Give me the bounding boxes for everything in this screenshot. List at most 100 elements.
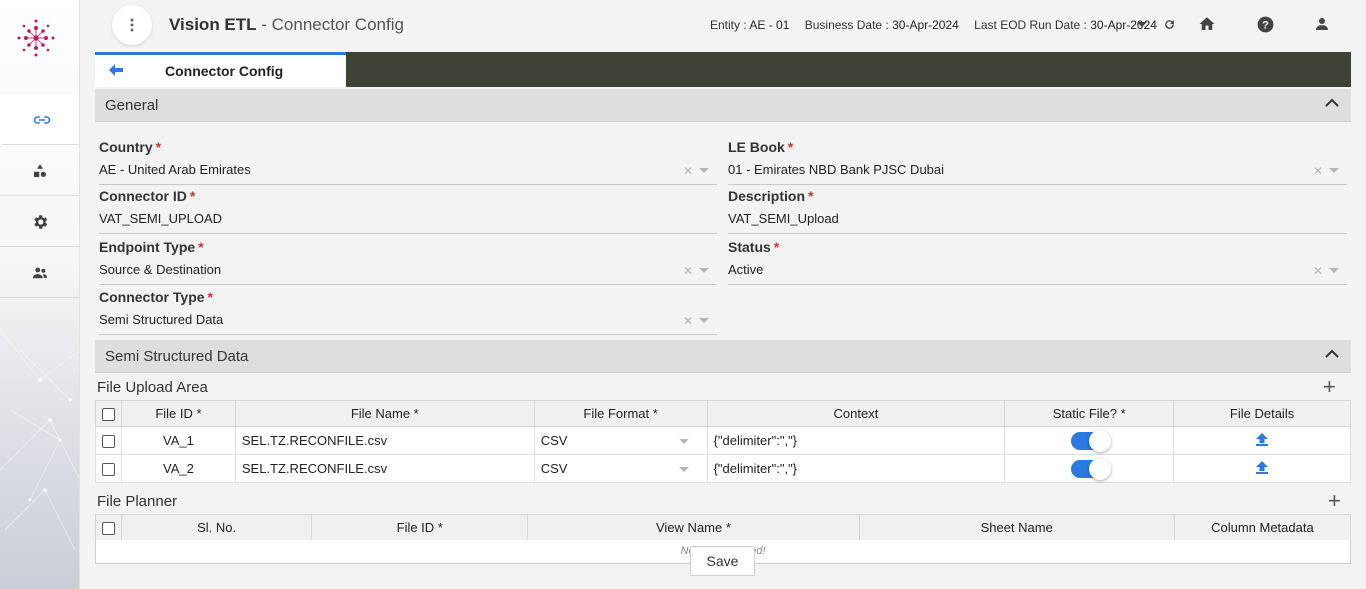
file-id-cell[interactable]: VA_1 [120,426,236,455]
chevron-up-icon[interactable] [1325,349,1339,358]
vision-logo [17,19,55,57]
add-upload-row-button[interactable]: + [1323,376,1336,398]
link-icon [33,115,50,124]
more-menu-button[interactable] [112,5,152,45]
general-section-header[interactable]: General [95,89,1351,122]
home-button[interactable] [1197,14,1217,34]
column-header[interactable]: Sheet Name [858,514,1175,541]
static-file-toggle[interactable] [1071,429,1112,452]
entity-value: AE - 01 [749,18,790,32]
sidebar-background-graphic [0,329,79,551]
connector-id-input[interactable]: VAT_SEMI_UPLOAD [99,211,717,234]
file-format-select[interactable]: CSV [533,426,708,455]
file-name-cell[interactable]: SEL.TZ.RECONFILE.csv [234,454,535,483]
column-header[interactable]: File Format * [533,400,708,427]
column-header[interactable]: File ID * [311,514,529,541]
clear-icon[interactable]: ✕ [1313,164,1323,178]
status-select[interactable]: Active ✕ [728,262,1347,285]
semi-structured-section-header[interactable]: Semi Structured Data [95,340,1351,373]
row-checkbox[interactable] [101,463,115,477]
description-value: VAT_SEMI_Upload [728,211,839,226]
status-field: Status * Active ✕ [728,239,1347,285]
column-header[interactable]: View Name * [527,514,860,541]
select-all-cell [94,514,123,541]
required-marker: * [787,139,794,155]
select-all-cell [95,400,122,427]
chevron-down-icon[interactable] [699,268,709,273]
chevron-down-icon[interactable] [699,168,709,173]
column-header[interactable]: Static File? * [1004,400,1175,427]
clear-icon[interactable]: ✕ [1313,264,1323,278]
sidebar-item-settings[interactable] [0,197,79,247]
file-format-value: CSV [540,433,568,448]
add-planner-row-button[interactable]: + [1328,490,1341,512]
page-name: - Connector Config [256,15,404,34]
file-format-select[interactable]: CSV [533,454,708,483]
static-file-toggle[interactable] [1071,457,1112,480]
column-header[interactable]: Column Metadata [1173,514,1352,541]
help-icon: ? [1257,16,1273,32]
country-value: AE - United Arab Emirates [99,162,251,177]
required-marker: * [198,239,204,255]
shapes-icon [34,163,46,177]
endpoint-type-select[interactable]: Source & Destination ✕ [99,262,717,285]
country-label: Country [99,139,153,155]
users-icon [32,267,48,278]
select-all-checkbox[interactable] [101,408,115,422]
sidebar-item-connectors[interactable] [0,95,79,145]
file-id-cell[interactable]: VA_2 [120,454,236,483]
user-icon [1316,18,1328,30]
tab-label: Connector Config [165,63,284,79]
plus-icon: + [1323,374,1336,399]
plus-icon: + [1328,488,1341,513]
chevron-down-icon[interactable] [1329,168,1339,173]
column-header[interactable]: Sl. No. [121,514,313,541]
country-select[interactable]: AE - United Arab Emirates ✕ [99,162,717,185]
refresh-button[interactable] [1159,14,1179,34]
chevron-down-icon[interactable] [699,318,709,323]
row-checkbox[interactable] [101,435,115,449]
required-marker: * [207,289,213,305]
table-header-row: Sl. No. File ID * View Name * Sheet Name… [94,514,1352,541]
select-all-checkbox[interactable] [102,522,115,536]
status-label: Status [728,239,771,255]
file-planner-table: Sl. No. File ID * View Name * Sheet Name… [94,514,1352,541]
user-profile-button[interactable] [1312,14,1332,34]
tab-connector-config[interactable]: Connector Config [95,52,346,87]
save-button[interactable]: Save [690,546,755,576]
upload-icon[interactable] [1256,460,1269,474]
context-cell[interactable]: {"delimiter":","} [706,454,1006,483]
file-name-cell[interactable]: SEL.TZ.RECONFILE.csv [234,426,535,455]
chevron-up-icon[interactable] [1325,98,1339,107]
context-info: Entity : AE - 01 Business Date : 30-Apr-… [710,18,1169,32]
chevron-down-icon [678,467,689,472]
svg-text:?: ? [1262,19,1269,31]
help-button[interactable]: ? [1255,14,1275,34]
sidebar-item-shapes[interactable] [0,146,79,196]
column-header[interactable]: File Name * [234,400,535,427]
description-label: Description [728,188,806,204]
connector-type-select[interactable]: Semi Structured Data ✕ [99,312,717,335]
entity-dropdown-button[interactable] [1132,14,1152,34]
column-header[interactable]: File Details [1173,400,1351,427]
clear-icon[interactable]: ✕ [683,164,693,178]
le-book-select[interactable]: 01 - Emirates NBD Bank PJSC Dubai ✕ [728,162,1347,185]
column-header[interactable]: File ID * [120,400,236,427]
endpoint-type-label: Endpoint Type [99,239,196,255]
upload-icon[interactable] [1256,432,1269,446]
business-date-value: 30-Apr-2024 [892,18,959,32]
clear-icon[interactable]: ✕ [683,314,693,328]
description-input[interactable]: VAT_SEMI_Upload [728,211,1347,234]
clear-icon[interactable]: ✕ [683,264,693,278]
back-arrow-icon[interactable] [109,64,123,76]
chevron-down-icon[interactable] [1329,268,1339,273]
general-section-title: General [105,97,159,114]
context-cell[interactable]: {"delimiter":","} [706,426,1006,455]
column-header[interactable]: Context [706,400,1006,427]
table-row: VA_1 SEL.TZ.RECONFILE.csv CSV {"delimite… [95,426,1351,455]
chevron-down-icon [1137,21,1147,27]
app-name: Vision ETL [169,15,257,34]
required-marker: * [808,188,814,204]
connector-type-value: Semi Structured Data [99,312,224,327]
gear-icon [34,214,48,229]
